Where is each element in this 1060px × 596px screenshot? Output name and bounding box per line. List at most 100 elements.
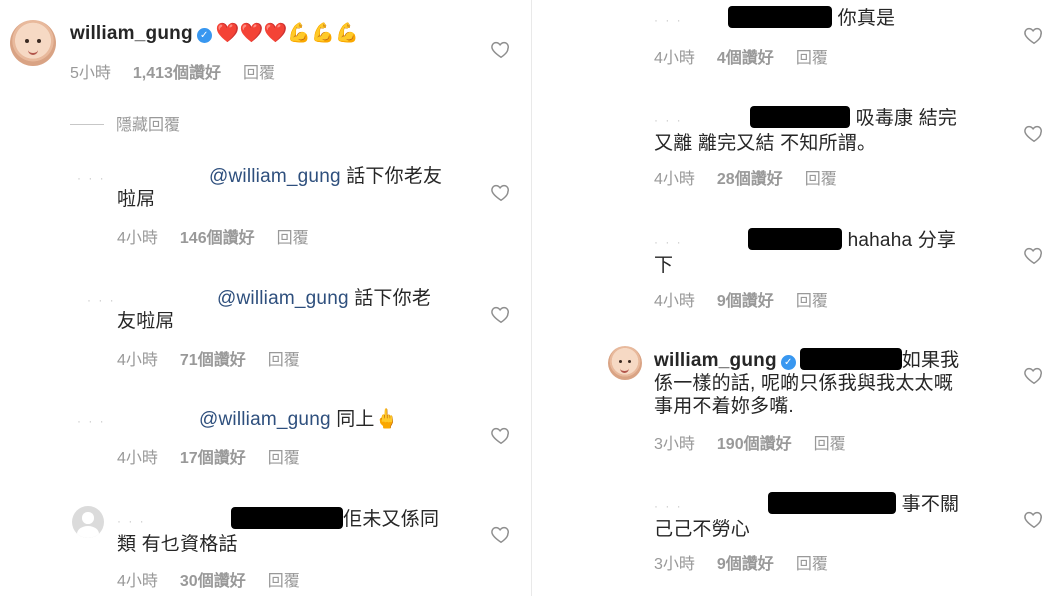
redacted-username <box>231 507 344 529</box>
comment-likes[interactable]: 190個讚好 <box>717 436 792 453</box>
reply-item: · · · 佢未又係同 類 有乜資格話 4小時 30個讚好 回覆 <box>0 496 528 596</box>
comment-username[interactable]: william_gung <box>654 350 777 371</box>
heart-outline-icon[interactable] <box>1023 24 1045 46</box>
comment-time[interactable]: 5小時 <box>70 65 111 82</box>
reply-item: · · · @william_gung 話下你老 友啦屌 4小時 71個讚好 回覆 <box>0 272 528 382</box>
hide-replies-toggle[interactable]: 隱藏回覆 <box>70 111 180 135</box>
comment-meta: 4小時 4個讚好 回覆 <box>654 44 850 68</box>
heart-outline-icon[interactable] <box>1023 244 1045 266</box>
avatar-mouth <box>620 367 629 373</box>
comment-top: william_gung ✓ ❤️❤️❤️💪💪💪 5小時 1,413個讚好 回覆 <box>0 0 528 100</box>
comment-text: 同上🖕 <box>330 409 399 430</box>
comment-text: ❤️❤️❤️💪💪💪 <box>215 23 359 44</box>
comment-text-line2: 己己不勞心 <box>654 519 751 540</box>
redacted-username <box>748 228 843 250</box>
comment-likes[interactable]: 9個讚好 <box>717 293 774 310</box>
comment-text-line2: 下 <box>654 255 674 276</box>
reply-button[interactable]: 回覆 <box>805 171 837 188</box>
comment-time[interactable]: 4小時 <box>117 450 158 467</box>
comment-time[interactable]: 4小時 <box>117 352 158 369</box>
reply-item: · · · @william_gung 話下你老友 啦屌 4小時 146個讚好 回覆 <box>0 150 528 260</box>
comment-body: · · · 事不關 己己不勞心 <box>654 492 1014 541</box>
avatar-eye <box>619 360 622 363</box>
redacted-mention <box>799 348 902 370</box>
avatar[interactable] <box>72 506 104 538</box>
avatar-eye <box>628 360 631 363</box>
avatar[interactable] <box>10 20 56 66</box>
avatar[interactable] <box>608 346 642 380</box>
heart-outline-icon[interactable] <box>1023 508 1045 530</box>
comment-body: · · · 吸毒康 結完 又離 離完又結 不知所謂。 <box>654 106 1014 155</box>
heart-outline-icon[interactable] <box>1023 122 1045 144</box>
heart-outline-icon[interactable] <box>1023 364 1045 386</box>
comment-body: · · · @william_gung 話下你老 友啦屌 <box>87 287 477 333</box>
comment-meta: 4小時 17個讚好 回覆 <box>117 444 322 468</box>
comment-text-line2: 啦屌 <box>117 189 156 210</box>
comment-likes[interactable]: 4個讚好 <box>717 50 774 67</box>
blurred-username: · · · <box>654 13 683 27</box>
verified-badge-icon: ✓ <box>196 28 212 43</box>
comment-time[interactable]: 4小時 <box>654 50 695 67</box>
comment-body: william_gung ✓ 如果我 係一樣的話, 呢啲只係我與我太太嘅 事用不着妳… <box>654 348 1024 418</box>
comment-time[interactable]: 4小時 <box>117 573 158 590</box>
panel-divider <box>528 0 536 596</box>
comment-body: william_gung ✓ ❤️❤️❤️💪💪💪 <box>70 22 490 45</box>
comment-meta: 4小時 71個讚好 回覆 <box>117 346 322 370</box>
reply-button[interactable]: 回覆 <box>796 50 828 67</box>
reply-button[interactable]: 回覆 <box>268 352 300 369</box>
comment-username[interactable]: william_gung <box>70 23 193 44</box>
comment-likes[interactable]: 71個讚好 <box>180 352 246 369</box>
comment-time[interactable]: 3小時 <box>654 556 695 573</box>
heart-outline-icon[interactable] <box>490 38 512 60</box>
comment-likes[interactable]: 30個讚好 <box>180 573 246 590</box>
comment-likes[interactable]: 9個讚好 <box>717 556 774 573</box>
comment-body: · · · @william_gung 話下你老友 啦屌 <box>77 165 477 211</box>
reply-button[interactable]: 回覆 <box>268 573 300 590</box>
comment-text: 吸毒康 結完 <box>855 108 958 129</box>
comment-meta: 4小時 146個讚好 回覆 <box>117 224 331 248</box>
heart-outline-icon[interactable] <box>490 424 512 446</box>
comment-meta: 4小時 9個讚好 回覆 <box>654 287 850 311</box>
comment-meta: 4小時 30個讚好 回覆 <box>117 567 322 591</box>
reply-button[interactable]: 回覆 <box>796 293 828 310</box>
reply-button[interactable]: 回覆 <box>243 65 275 82</box>
reply-button[interactable]: 回覆 <box>277 230 309 247</box>
avatar-eye <box>25 39 29 43</box>
comment-time[interactable]: 4小時 <box>654 171 695 188</box>
comment-text-line3: 事用不着妳多嘴. <box>654 396 794 417</box>
heart-outline-icon[interactable] <box>490 181 512 203</box>
comment-likes[interactable]: 17個讚好 <box>180 450 246 467</box>
reply-item-author: william_gung ✓ 如果我 係一樣的話, 呢啲只係我與我太太嘅 事用不着妳… <box>536 338 1060 468</box>
comment-meta: 3小時 190個讚好 回覆 <box>654 430 868 454</box>
blurred-username: · · · <box>654 499 683 513</box>
heart-outline-icon[interactable] <box>490 303 512 325</box>
mention-link[interactable]: @william_gung <box>199 409 331 430</box>
comment-meta: 3小時 9個讚好 回覆 <box>654 550 850 574</box>
comment-time[interactable]: 4小時 <box>654 293 695 310</box>
mention-link[interactable]: @william_gung <box>209 166 341 187</box>
comment-time[interactable]: 4小時 <box>117 230 158 247</box>
reply-button[interactable]: 回覆 <box>814 436 846 453</box>
reply-button[interactable]: 回覆 <box>796 556 828 573</box>
comment-body: · · · hahaha 分享 下 <box>654 228 1014 277</box>
blurred-username: · · · <box>654 113 683 127</box>
comment-body: · · · 佢未又係同 類 有乜資格話 <box>117 507 477 556</box>
comment-likes[interactable]: 28個讚好 <box>717 171 783 188</box>
comment-meta: 5小時 1,413個讚好 回覆 <box>70 59 297 83</box>
comment-likes[interactable]: 146個讚好 <box>180 230 255 247</box>
redacted-username <box>768 492 897 514</box>
avatar-mouth <box>28 48 38 55</box>
reply-item: · · · 事不關 己己不勞心 3小時 9個讚好 回覆 <box>536 482 1060 592</box>
heart-outline-icon[interactable] <box>490 523 512 545</box>
divider-line <box>70 124 104 125</box>
mention-link[interactable]: @william_gung <box>217 288 349 309</box>
comment-text-line2: 又離 離完又結 不知所謂。 <box>654 133 877 154</box>
comment-body: · · · @william_gung 同上🖕 <box>77 408 477 431</box>
comment-time[interactable]: 3小時 <box>654 436 695 453</box>
comment-likes[interactable]: 1,413個讚好 <box>133 65 221 82</box>
reply-button[interactable]: 回覆 <box>268 450 300 467</box>
blurred-username: · · · <box>654 235 683 249</box>
reply-item: · · · 你真是 4小時 4個讚好 回覆 <box>536 0 1060 72</box>
comment-text-line2: 係一樣的話, 呢啲只係我與我太太嘅 <box>654 373 953 394</box>
blurred-username: · · · <box>117 514 146 528</box>
